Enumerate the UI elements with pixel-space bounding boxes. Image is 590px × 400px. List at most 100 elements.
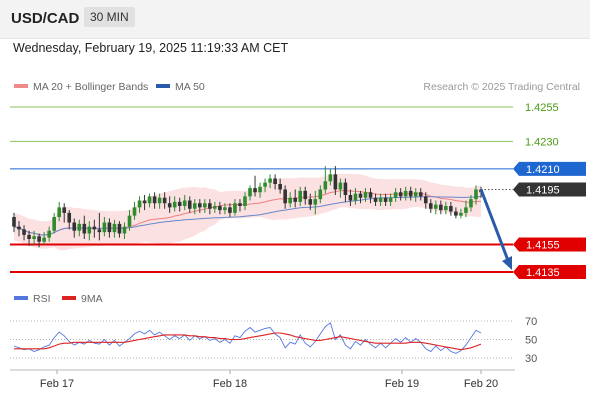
candle-body <box>102 222 107 233</box>
candle-body <box>72 222 77 231</box>
candle-body <box>203 203 207 208</box>
candle-body <box>238 203 242 206</box>
candle-body <box>218 206 222 211</box>
rsi-tick-50: 50 <box>525 335 537 347</box>
candle-body <box>12 217 16 227</box>
candle-body <box>137 200 142 208</box>
candle-body <box>52 217 56 231</box>
rsi-ma-line <box>14 332 482 351</box>
candle-body <box>293 197 298 202</box>
candle-body <box>283 189 287 204</box>
ma50-legend-swatch <box>156 84 170 88</box>
candle-body <box>333 174 338 190</box>
candle-body <box>112 223 117 233</box>
candle-body <box>418 192 423 197</box>
candle-body <box>253 188 257 193</box>
candle-body <box>27 234 31 239</box>
candle-body <box>343 182 348 195</box>
candle-body <box>368 192 373 198</box>
candle-body <box>62 207 67 213</box>
candle-body <box>87 226 92 234</box>
ma20-legend-label: MA 20 + Bollinger Bands <box>33 81 148 93</box>
candle-body <box>82 223 87 234</box>
candle-body <box>313 199 318 205</box>
candle-body <box>273 178 277 184</box>
ma20-legend-swatch <box>14 84 28 88</box>
candle-body <box>127 215 132 227</box>
candle-body <box>97 229 102 233</box>
candle-body <box>132 207 137 216</box>
candle-body <box>408 190 413 197</box>
candle-body <box>303 190 308 200</box>
level-label-1.4155: 1.4155 <box>526 240 560 252</box>
candle-body <box>444 206 448 211</box>
candle-body <box>454 211 458 216</box>
candle-body <box>22 229 26 235</box>
rsi-ma-legend-swatch <box>62 296 76 300</box>
candle-body <box>318 189 323 200</box>
candle-body <box>278 184 282 190</box>
candle-body <box>197 203 202 208</box>
candle-body <box>228 207 232 213</box>
level-label-1.4210: 1.4210 <box>526 164 560 176</box>
candle-body <box>192 203 197 209</box>
candle-body <box>77 223 82 231</box>
candle-body <box>393 192 398 198</box>
candle-body <box>363 192 368 198</box>
level-label-1.4255: 1.4255 <box>525 102 559 114</box>
candle-body <box>122 226 127 234</box>
candle-body <box>268 178 272 183</box>
candle-body <box>469 199 473 208</box>
x-label-Feb 18: Feb 18 <box>213 378 247 390</box>
candle-body <box>152 196 157 204</box>
candle-body <box>413 192 418 197</box>
x-axis: Feb 17 Feb 18 Feb 19 Feb 20 <box>40 370 498 390</box>
candle-body <box>358 193 363 198</box>
candle-body <box>328 174 333 182</box>
rsi-chart: 70 50 30 <box>10 316 537 365</box>
candle-body <box>147 196 152 204</box>
candle-body <box>248 188 252 197</box>
rsi-legend-label: RSI <box>33 293 51 305</box>
ma50-legend-label: MA 50 <box>175 81 205 93</box>
forecast-arrow-shaft <box>479 188 511 264</box>
candle-body <box>177 201 182 206</box>
candle-body <box>243 196 247 206</box>
candle-body <box>47 230 51 238</box>
candle-body <box>37 236 41 242</box>
candle-body <box>187 200 192 209</box>
candle-body <box>172 201 177 208</box>
candle-body <box>474 189 478 200</box>
candle-body <box>423 196 428 204</box>
candle-body <box>323 181 328 190</box>
candle-body <box>459 212 463 216</box>
candle-body <box>107 222 112 233</box>
candle-body <box>208 203 212 209</box>
x-label-Feb 19: Feb 19 <box>385 378 419 390</box>
candle-body <box>67 212 72 223</box>
candle-body <box>403 190 408 197</box>
candle-body <box>57 207 61 217</box>
candle-body <box>383 197 388 202</box>
candle-body <box>288 197 292 204</box>
candle-body <box>167 203 172 208</box>
candle-body <box>298 190 303 202</box>
chart-canvas: MA 20 + Bollinger Bands MA 50 Research ©… <box>10 81 586 390</box>
x-label-Feb 17: Feb 17 <box>40 378 74 390</box>
copyright-text: Research © 2025 Trading Central <box>423 81 580 93</box>
candle-body <box>92 226 97 230</box>
rsi-tick-70: 70 <box>525 316 537 328</box>
candle-body <box>17 226 21 230</box>
candle-body <box>378 197 383 202</box>
candle-body <box>308 199 313 205</box>
candle-body <box>398 192 403 197</box>
rsi-legend-swatch <box>14 296 28 300</box>
candle-body <box>373 197 378 202</box>
candle-body <box>162 197 167 204</box>
candle-body <box>449 206 453 212</box>
candle-body <box>464 207 468 213</box>
candle-body <box>32 236 36 239</box>
candle-body <box>117 223 122 234</box>
price-chart: 1.4255 1.4230 1.4210 1.4195 1.4155 1.4135 <box>10 102 586 279</box>
candle-body <box>182 200 187 206</box>
